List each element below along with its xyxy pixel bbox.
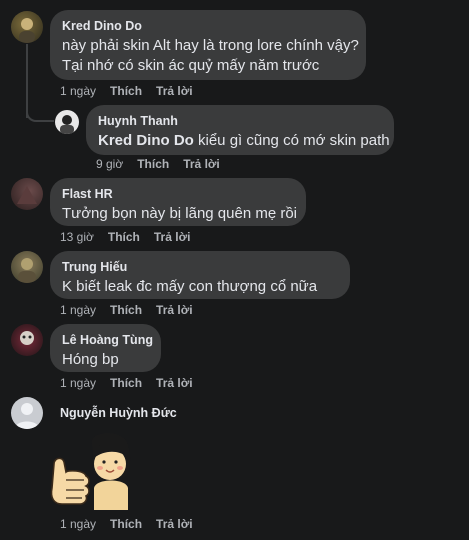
comment-time[interactable]: 1 ngày [60,517,96,531]
thumbs-up-sticker [50,433,131,510]
sticker[interactable] [48,428,132,512]
avatar[interactable] [11,11,43,43]
like-button[interactable]: Thích [137,157,169,171]
comment-meta: 1 ngày Thích Trả lời [60,84,207,98]
comment-time[interactable]: 1 ngày [60,84,96,98]
avatar-image [20,331,34,345]
comment-text: Tưởng bọn này bị lãng quên mẹ rồi [62,205,298,222]
avatar-image [60,115,74,134]
comment-text: này phải skin Alt hay là trong lore chín… [62,37,359,54]
like-button[interactable]: Thích [110,84,142,98]
comment-author[interactable]: Nguyễn Huỳnh Đức [60,405,177,421]
avatar[interactable] [11,397,43,429]
mention-tag[interactable]: Kred Dino Do [98,132,194,149]
like-button[interactable]: Thích [110,376,142,390]
comment-meta: 9 giờ Thích Trả lời [96,157,234,171]
like-button[interactable]: Thích [110,303,142,317]
reply-button[interactable]: Trả lời [183,157,220,171]
comment-time[interactable]: 1 ngày [60,376,96,390]
comment-author[interactable]: Huynh Thanh [98,113,382,129]
default-avatar-icon [15,403,39,429]
like-button[interactable]: Thích [110,517,142,531]
like-button[interactable]: Thích [108,230,140,244]
comment-author[interactable]: Lê Hoàng Tùng [62,332,153,348]
comment-time[interactable]: 13 giờ [60,230,94,244]
avatar[interactable] [55,110,79,134]
avatar-image [17,186,37,204]
reply-button[interactable]: Trả lời [154,230,191,244]
comment-text-body: kiểu gì cũng có mớ skin path [193,132,390,149]
comment-bubble: Trung Hiếu K biết leak đc mấy con thượng… [50,251,350,299]
comment-meta: 13 giờ Thích Trả lời [60,230,204,244]
avatar-image [19,18,35,43]
comment-text: K biết leak đc mấy con thượng cổ nữa [62,278,318,295]
comment-bubble: Lê Hoàng Tùng Hóng bp [50,324,161,372]
comment-time[interactable]: 9 giờ [96,157,123,171]
comment-text: Tại nhớ có skin ác quỷ mấy năm trước [62,57,320,74]
comment-time[interactable]: 1 ngày [60,303,96,317]
comment-author[interactable]: Trung Hiếu [62,259,338,275]
comment-meta: 1 ngày Thích Trả lời [60,303,207,317]
comment-bubble: Kred Dino Do này phải skin Alt hay là tr… [50,10,366,80]
reply-button[interactable]: Trả lời [156,517,193,531]
avatar[interactable] [11,178,43,210]
reply-button[interactable]: Trả lời [156,303,193,317]
comment-author[interactable]: Flast HR [62,186,294,202]
reply-button[interactable]: Trả lời [156,84,193,98]
reply-button[interactable]: Trả lời [156,376,193,390]
comment-bubble: Flast HR Tưởng bọn này bị lãng quên mẹ r… [50,178,306,226]
avatar[interactable] [11,251,43,283]
thread-branch [26,106,54,122]
comment-author[interactable]: Kred Dino Do [62,18,354,34]
comment-bubble: Huynh Thanh Kred Dino Do kiểu gì cũng có… [86,105,394,155]
avatar[interactable] [11,324,43,356]
comment-text: Kred Dino Do kiểu gì cũng có mớ skin pat… [98,131,390,151]
comment-text: Hóng bp [62,351,119,368]
comment-meta: 1 ngày Thích Trả lời [60,517,207,531]
comment-meta: 1 ngày Thích Trả lời [60,376,207,390]
avatar-image [18,258,36,283]
